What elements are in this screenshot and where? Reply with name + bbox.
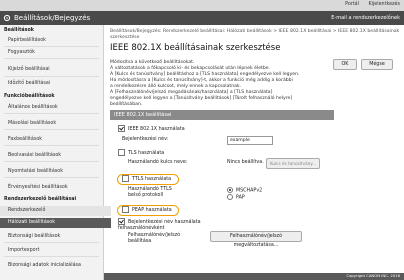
pap-radio[interactable] [227, 194, 233, 200]
pap-row[interactable]: PAP [227, 194, 245, 201]
sidebar-item-display[interactable]: Kijelző beállításai [0, 67, 111, 72]
use-username-checkbox[interactable] [118, 218, 125, 225]
logout-link[interactable]: Kijelentkezés [369, 2, 401, 7]
sidebar-item-import-export[interactable]: Importexport [0, 248, 111, 253]
page-title: IEEE 802.1X beállításainak szerkesztése [110, 43, 281, 53]
top-bar: Portál Kijelentkezés [0, 0, 404, 11]
key-name-label: Használandó kulcs neve: [128, 160, 188, 165]
sidebar-section-admin: Rendszerkezelő beállításai [4, 197, 77, 202]
key-name-value: Nincs beállítva. [227, 160, 264, 165]
use-tls-checkbox[interactable] [118, 149, 125, 156]
copyright: Copyright CANON INC. 2016 [346, 273, 400, 278]
inner-protocol-label: Használandó TTLS belső protokoll [128, 187, 172, 198]
sidebar-item-fax[interactable]: Faxbeállítások [0, 137, 111, 142]
login-name-input[interactable]: example [227, 136, 273, 145]
portal-link[interactable]: Portál [345, 2, 359, 7]
sidebar-item-network[interactable]: Hálózati beállítások [0, 218, 111, 228]
sidebar-item-init-security[interactable]: Bizonsági adatok inicializálása [0, 263, 111, 268]
use-ttls-checkbox[interactable] [122, 175, 129, 182]
mail-admin-link[interactable]: E-mail a rendszerkezelőnek [331, 15, 400, 21]
sidebar-item-timer[interactable]: Időzítő beállításai [0, 81, 111, 86]
sidebar-item-scan[interactable]: Beolvasási beállítások [0, 153, 111, 158]
sidebar-item-general[interactable]: Általános beállítások [0, 105, 111, 110]
sidebar: Beállítások Papírbeállítások Fogyasztók … [0, 25, 111, 280]
sidebar-section-settings: Beállítások [4, 28, 34, 33]
use-tls-row[interactable]: TLS használata [118, 149, 164, 156]
userpass-label: Felhasználónév/jelszó beállítása [128, 233, 181, 244]
sidebar-item-print[interactable]: Nyomtatási beállítások [0, 169, 111, 174]
login-name-label: Bejelentkezési név: [122, 137, 169, 142]
sidebar-item-paper[interactable]: Papírbeállítások [0, 38, 111, 43]
section-header: IEEE 802.1X beállításai [110, 110, 334, 120]
ok-button[interactable]: OK [333, 59, 357, 70]
use-8021x-row[interactable]: IEEE 802.1X használata [118, 125, 185, 132]
breadcrumb: Beállítások/Bejegyzés: Rendszerkezelő be… [110, 29, 400, 40]
app-title: Beállítások/Bejegyzés [14, 14, 91, 22]
sidebar-item-consumers[interactable]: Fogyasztók [0, 50, 111, 55]
mschap-row[interactable]: MSCHAPv2 [227, 187, 262, 194]
mschap-radio[interactable] [227, 187, 233, 193]
use-8021x-checkbox[interactable] [118, 125, 125, 132]
sidebar-item-copy[interactable]: Másolási beállítások [0, 121, 111, 126]
use-peap-checkbox[interactable] [122, 206, 129, 213]
key-cert-button[interactable]: Kulcs és tanúsítvány... [266, 158, 320, 169]
use-ttls-row[interactable]: TTLS használata [122, 175, 171, 182]
sidebar-item-security[interactable]: Biztonsági beállítások [0, 234, 111, 239]
footer-bar: Copyright CANON INC. 2016 [104, 273, 404, 280]
main-content: Beállítások/Bejegyzés: Rendszerkezelő be… [104, 25, 404, 280]
cancel-button[interactable]: Mégse [361, 59, 393, 70]
sidebar-item-auth[interactable]: Érvényesítési beállítások [0, 185, 111, 190]
sidebar-section-functions: Funkcióbeállítások [4, 94, 55, 99]
gear-icon [3, 14, 11, 22]
sidebar-item-sysadmin[interactable]: Rendszerkezelő [0, 206, 111, 216]
app-header: Beállítások/Bejegyzés E-mail a rendszerk… [0, 11, 404, 25]
description: Módosítsa a következő beállításokat. A v… [110, 60, 300, 107]
change-userpass-button[interactable]: Felhasználónév/jelszó megváltoztatása... [210, 231, 302, 248]
use-username-row[interactable]: Bejelentkezési név használata felhasznál… [118, 218, 218, 231]
use-peap-row[interactable]: PEAP használata [122, 206, 172, 213]
